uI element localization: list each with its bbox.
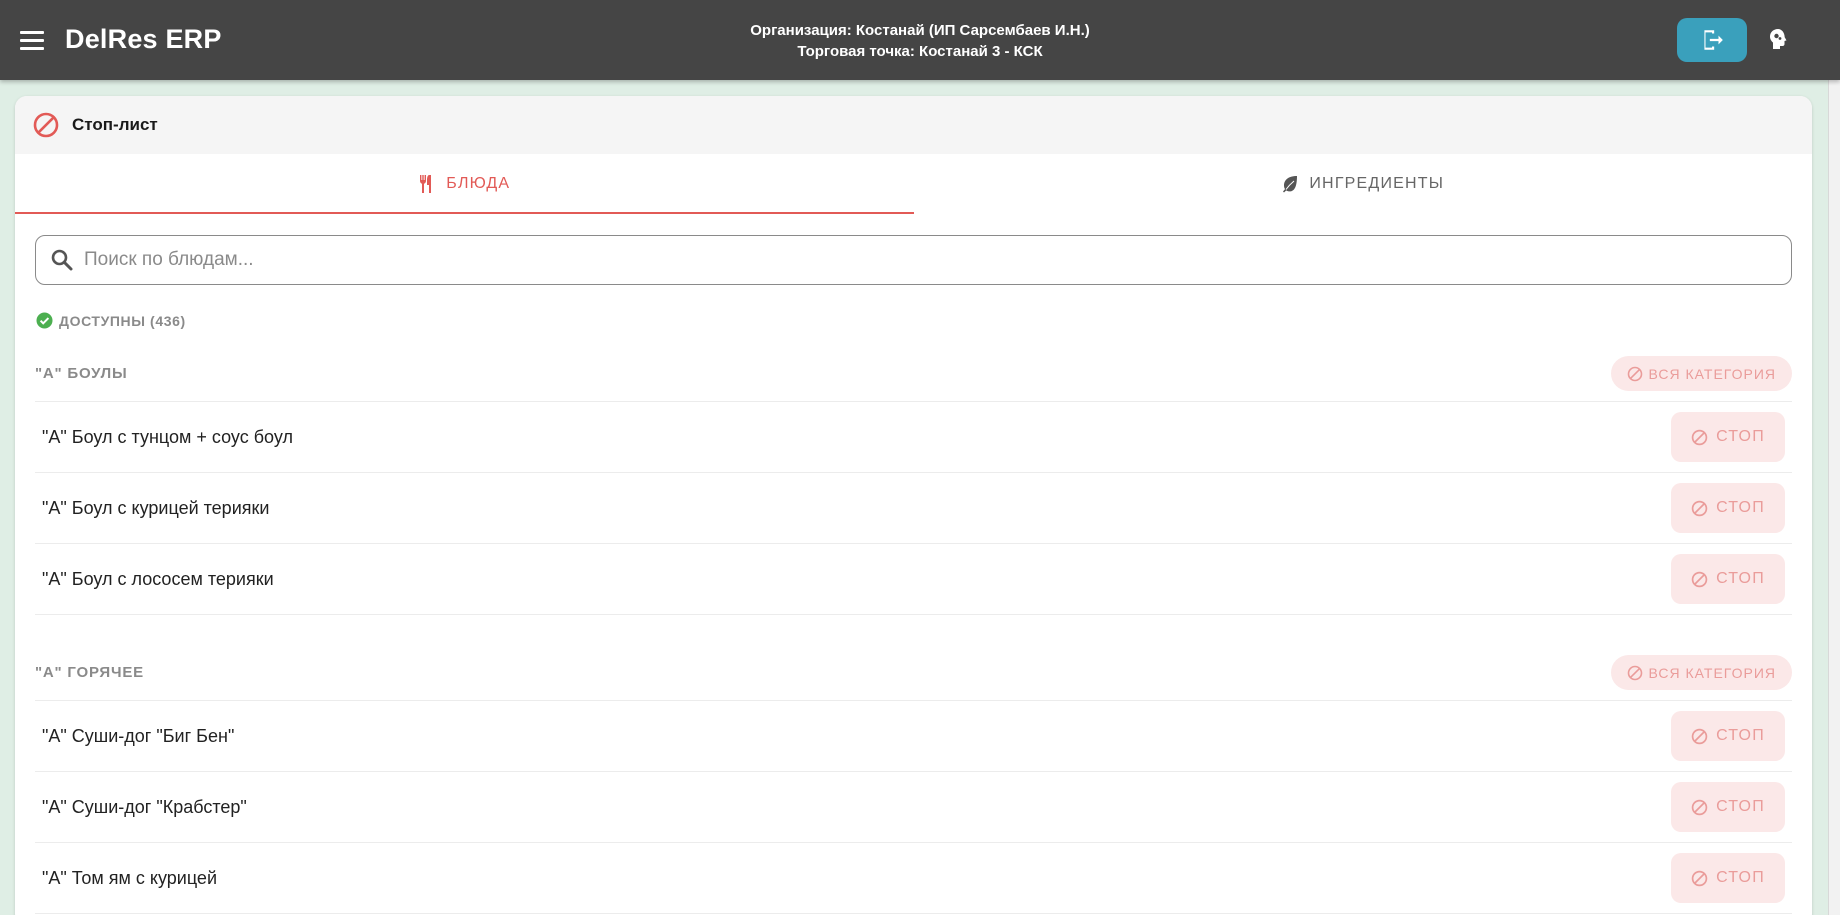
- tab-dishes-label: БЛЮДА: [446, 175, 511, 192]
- list-item: "А" Суши-дог "Биг Бен" СТОП: [35, 701, 1792, 772]
- dish-name: "А" Том ям с курицей: [42, 867, 217, 888]
- stop-button-label: СТОП: [1716, 499, 1765, 516]
- available-count: ДОСТУПНЫ (436): [59, 312, 186, 329]
- leaf-icon: [1283, 176, 1298, 193]
- dish-name: "А" Боул с лососем терияки: [42, 568, 274, 589]
- check-circle-icon: [36, 312, 53, 329]
- stop-list-card: Стоп-лист БЛЮДА ИНГРЕДИЕНТЫ Поиск по блю…: [15, 96, 1812, 915]
- stop-button-label: СТОП: [1716, 869, 1765, 886]
- stop-button-label: СТОП: [1716, 570, 1765, 587]
- category-name: "А" ГОРЯЧЕЕ: [35, 664, 144, 681]
- block-icon: [1691, 728, 1708, 744]
- dish-name: "А" Боул с курицей терияки: [42, 497, 270, 518]
- app-bar: DelRes ERP Организация: Костанай (ИП Сар…: [0, 0, 1840, 80]
- stop-category-button[interactable]: ВСЯ КАТЕГОРИЯ: [1610, 655, 1792, 690]
- card-header: Стоп-лист: [15, 96, 1812, 154]
- fork-knife-icon: [420, 175, 432, 193]
- list-item: "А" Боул с тунцом + соус боул СТОП: [35, 402, 1792, 473]
- brain-theme-icon: [1770, 29, 1787, 49]
- stop-button[interactable]: СТОП: [1671, 711, 1785, 761]
- organization-info: Организация: Костанай (ИП Сарсембаев И.Н…: [0, 20, 1840, 62]
- block-icon: [33, 112, 59, 138]
- stop-button[interactable]: СТОП: [1671, 412, 1785, 462]
- tab-ingredients[interactable]: ИНГРЕДИЕНТЫ: [914, 154, 1813, 214]
- stop-category-label: ВСЯ КАТЕГОРИЯ: [1648, 664, 1776, 681]
- list-item: "А" Боул с курицей терияки СТОП: [35, 473, 1792, 544]
- stop-button[interactable]: СТОП: [1671, 782, 1785, 832]
- dish-list: "А" БОУЛЫ ВСЯ КАТЕГОРИЯ "А" Боул с тунцо…: [35, 346, 1792, 914]
- organization-line: Организация: Костанай (ИП Сарсембаев И.Н…: [750, 22, 1090, 39]
- theme-toggle-button[interactable]: [1762, 24, 1794, 56]
- stop-category-label: ВСЯ КАТЕГОРИЯ: [1648, 365, 1776, 382]
- available-status: ДОСТУПНЫ (436): [36, 312, 186, 329]
- block-icon: [1627, 665, 1642, 680]
- category-header: "А" ГОРЯЧЕЕ ВСЯ КАТЕГОРИЯ: [35, 645, 1792, 701]
- block-icon: [1691, 500, 1708, 516]
- card-title: Стоп-лист: [72, 115, 158, 134]
- block-icon: [1691, 870, 1708, 886]
- list-item: "А" Том ям с курицей СТОП: [35, 843, 1792, 914]
- sales-point-line: Торговая точка: Костанай 3 - КСК: [797, 43, 1043, 60]
- tab-ingredients-label: ИНГРЕДИЕНТЫ: [1309, 175, 1445, 192]
- stop-button[interactable]: СТОП: [1671, 483, 1785, 533]
- block-icon: [1691, 429, 1708, 445]
- search-icon: [51, 249, 73, 271]
- logout-button[interactable]: [1677, 18, 1747, 62]
- stop-button-label: СТОП: [1716, 727, 1765, 744]
- stop-category-button[interactable]: ВСЯ КАТЕГОРИЯ: [1610, 356, 1792, 391]
- category-header: "А" БОУЛЫ ВСЯ КАТЕГОРИЯ: [35, 346, 1792, 402]
- category-spacer: [35, 615, 1792, 645]
- category-name: "А" БОУЛЫ: [35, 365, 128, 382]
- page-scrollbar[interactable]: [1828, 80, 1840, 915]
- stop-button-label: СТОП: [1716, 798, 1765, 815]
- tab-dishes[interactable]: БЛЮДА: [15, 154, 914, 214]
- block-icon: [1691, 799, 1708, 815]
- block-icon: [1691, 571, 1708, 587]
- dish-name: "А" Суши-дог "Биг Бен": [42, 725, 235, 746]
- stop-button[interactable]: СТОП: [1671, 853, 1785, 903]
- list-item: "А" Суши-дог "Крабстер" СТОП: [35, 772, 1792, 843]
- tab-bar: БЛЮДА ИНГРЕДИЕНТЫ: [15, 154, 1812, 214]
- dish-name: "А" Боул с тунцом + соус боул: [42, 426, 293, 447]
- stop-button[interactable]: СТОП: [1671, 554, 1785, 604]
- dish-name: "А" Суши-дог "Крабстер": [42, 796, 247, 817]
- search-box: [35, 235, 1792, 285]
- logout-icon: [1704, 30, 1723, 50]
- list-item: "А" Боул с лососем терияки СТОП: [35, 544, 1792, 615]
- stop-button-label: СТОП: [1716, 428, 1765, 445]
- block-icon: [1627, 366, 1642, 381]
- search-input[interactable]: [84, 249, 1734, 271]
